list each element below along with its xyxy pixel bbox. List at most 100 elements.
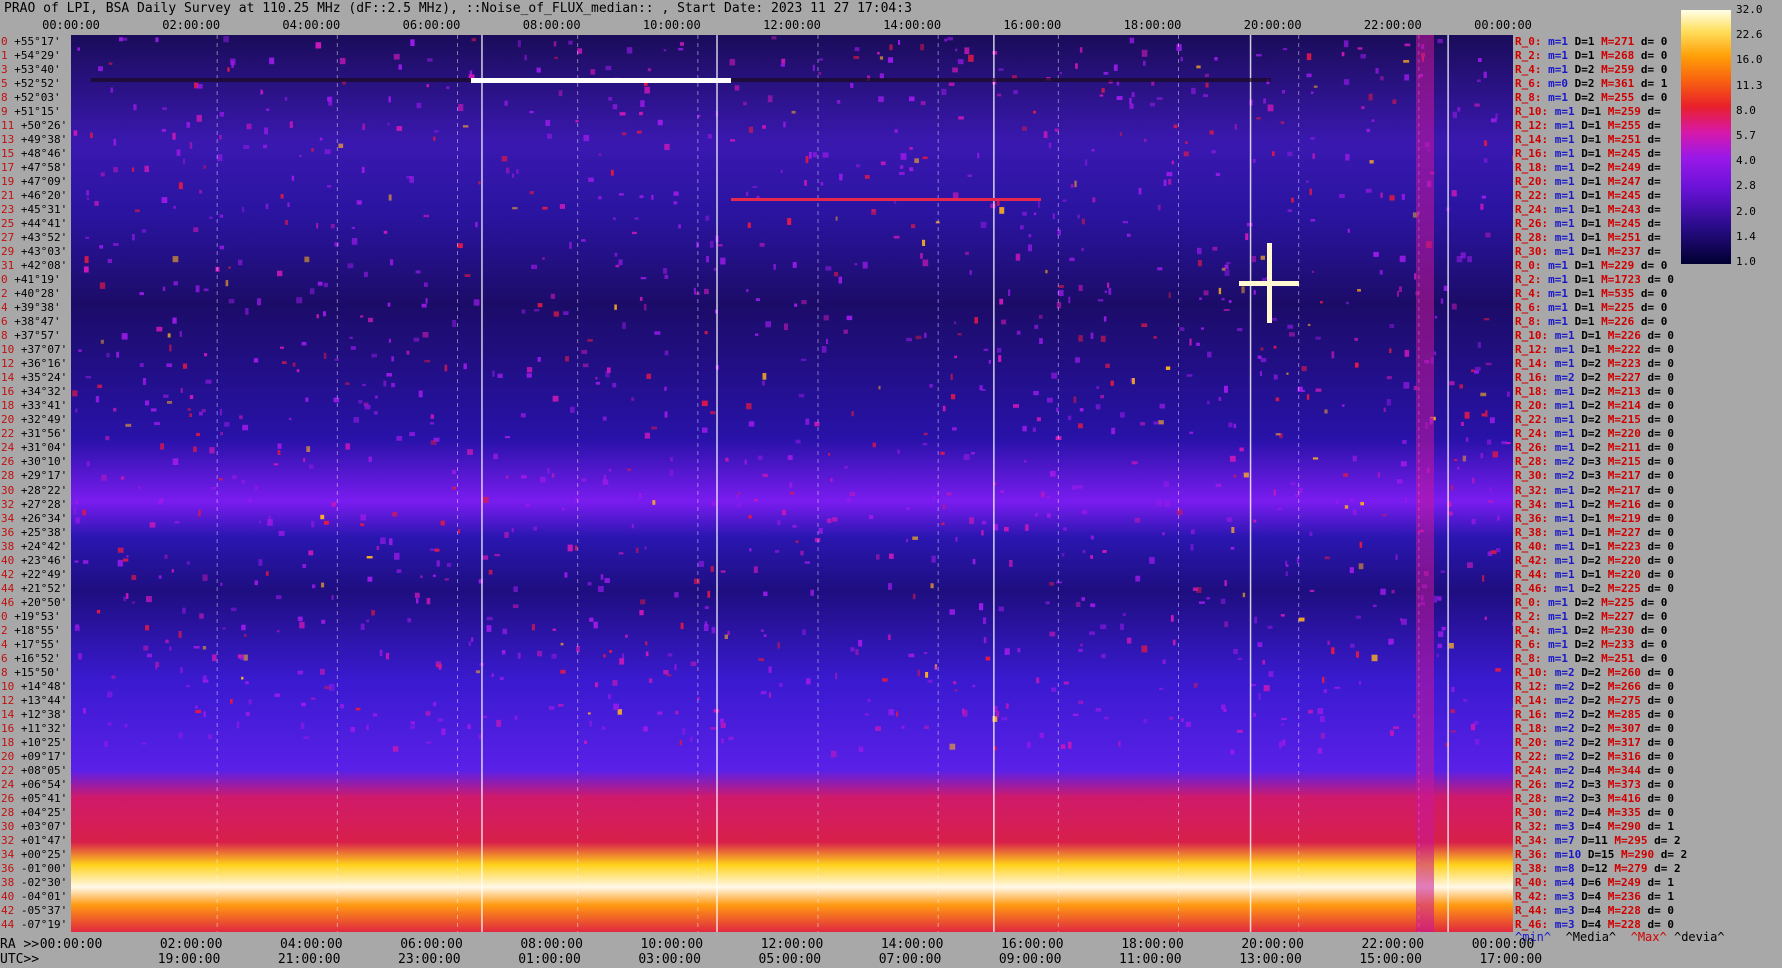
noise-pixel [517,652,521,659]
top-time-label: 06:00:00 [402,18,461,32]
noise-pixel [1388,641,1393,645]
noise-pixel [1404,74,1410,81]
row-index: 26 [1,791,15,805]
noise-pixel [1404,43,1411,47]
declination-value: +53°40' [7,63,61,77]
declination-label: 30 +03°07' [1,821,71,832]
declination-value: +43°52' [14,231,68,245]
noise-pixel [1099,94,1104,97]
noise-pixel [743,101,747,106]
noise-pixel [1286,564,1289,567]
noise-pixel [887,57,894,63]
noise-pixel [1309,188,1312,196]
row-stat-field: R_36: [1515,847,1549,861]
noise-pixel [178,182,183,190]
declination-value: +37°07' [14,343,68,357]
utc-time-label: 17:00:00 [1479,952,1543,967]
noise-pixel [604,578,610,583]
noise-pixel [1075,601,1081,607]
declination-value: +37°57' [7,329,61,343]
noise-pixel [1309,531,1313,536]
noise-pixel [675,710,679,715]
noise-pixel [734,85,740,91]
ra-time-label: 14:00:00 [880,937,944,952]
noise-pixel [475,222,478,228]
row-index: 14 [1,371,15,385]
noise-pixel [1090,603,1096,608]
noise-pixel [589,720,592,727]
noise-pixel [410,39,415,46]
row-stat: R_34: m=1 D=2 M=216 d= 0 [1515,499,1674,510]
noise-pixel [762,380,765,386]
noise-pixel [1263,98,1266,104]
row-stat-field: m=1 [1541,91,1568,105]
noise-pixel [1143,138,1147,142]
noise-pixel [75,408,78,413]
noise-pixel [248,499,252,503]
noise-pixel [637,130,642,134]
noise-pixel [94,201,99,206]
noise-pixel [265,203,269,210]
declination-value: +00°25' [14,847,68,861]
noise-pixel [1039,732,1044,738]
top-time-label: 04:00:00 [282,18,341,32]
noise-pixel [600,574,604,580]
noise-pixel [988,360,991,364]
row-stat-field: M=215 [1601,455,1641,469]
noise-pixel [491,673,494,678]
noise-pixel [186,561,190,565]
noise-pixel [898,40,901,45]
noise-pixel [594,682,599,688]
row-stat: R_8: m=1 D=2 M=251 d= 0 [1515,653,1667,664]
noise-pixel [570,406,575,413]
noise-pixel [1221,297,1225,301]
noise-pixel [827,518,832,523]
row-stat-field: M=317 [1601,735,1641,749]
row-stat-field: d= 0 [1640,343,1674,357]
row-stat-field: m=2 [1548,749,1575,763]
noise-pixel [117,547,124,553]
row-stat: R_32: m=3 D=4 M=290 d= 1 [1515,821,1674,832]
row-stat-field: D=1 [1574,189,1602,203]
noise-pixel [1253,519,1257,523]
row-stat-field: M=225 [1594,301,1635,315]
noise-pixel [1212,246,1218,251]
noise-pixel [897,449,900,454]
noise-pixel [779,682,783,687]
noise-pixel [1306,53,1312,61]
noise-pixel [422,332,429,338]
noise-pixel [1358,563,1364,570]
noise-pixel [350,346,356,350]
noise-pixel [1298,617,1305,622]
noise-pixel [1309,589,1315,592]
row-stat-field: D=1 [1574,231,1602,245]
noise-pixel [639,296,643,301]
row-index: 0 [1,273,8,287]
row-stat-field: d= 0 [1634,637,1668,651]
noise-pixel [202,675,207,680]
row-stat: R_44: m=3 D=4 M=228 d= 0 [1515,905,1674,916]
row-index: 24 [1,777,15,791]
noise-pixel [1103,316,1107,322]
noise-pixel [117,559,123,567]
row-stat: R_6: m=0 D=2 M=361 d= 1 [1515,78,1667,89]
noise-pixel [223,36,229,43]
noise-pixel [1197,259,1202,267]
noise-pixel [1141,323,1148,328]
row-stat-field: D=3 [1574,469,1602,483]
noise-pixel [1108,287,1112,295]
noise-pixel [139,292,144,296]
noise-pixel [433,136,436,141]
noise-pixel [526,367,533,373]
row-index: 16 [1,385,15,399]
noise-pixel [196,114,202,122]
declination-value: +31°56' [14,427,68,441]
declination-value: +24°42' [14,539,68,553]
noise-pixel [1156,499,1162,507]
noise-pixel [821,346,827,353]
noise-pixel [482,715,488,718]
noise-pixel [345,382,350,385]
noise-pixel [78,349,82,352]
noise-pixel [1371,654,1378,662]
noise-pixel [1204,73,1209,78]
